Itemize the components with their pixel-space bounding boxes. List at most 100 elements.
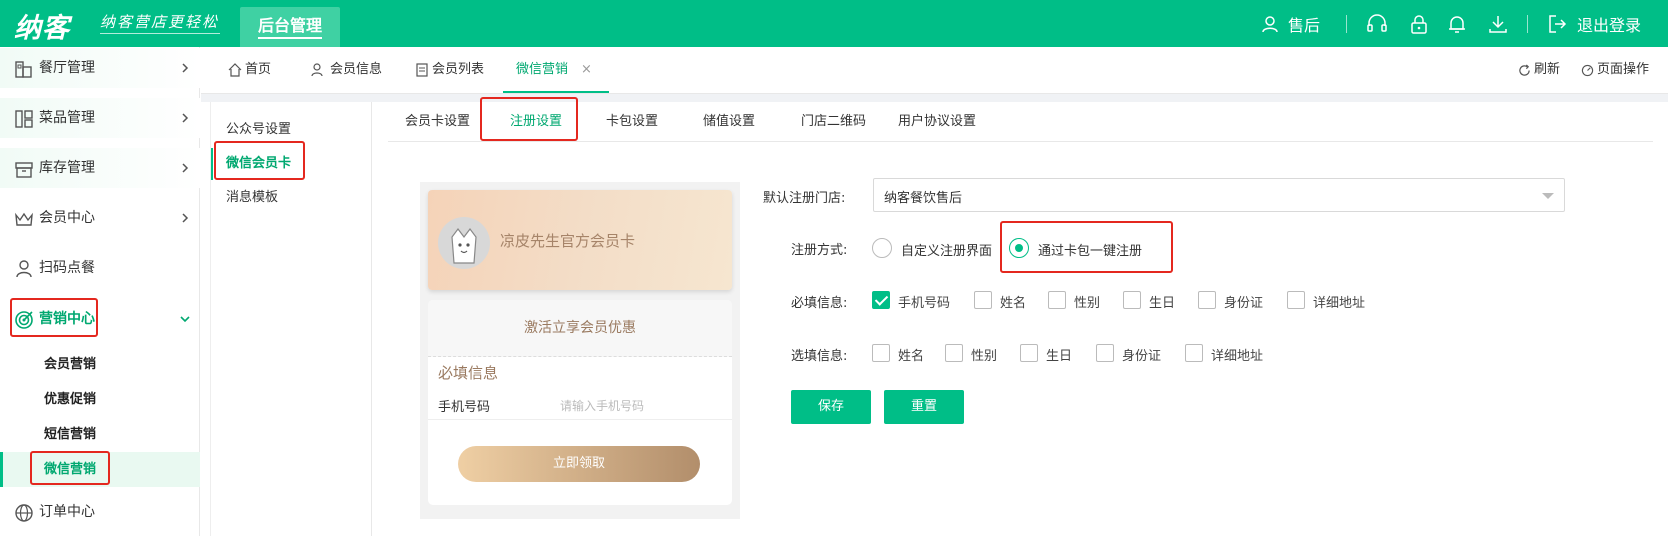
logout-icon <box>1549 14 1567 33</box>
checkbox-label: 姓名 <box>898 349 925 364</box>
top-separator <box>1527 15 1528 33</box>
sidebar-item-inventory[interactable]: 库存管理 <box>0 148 200 188</box>
admin-tab-label: 后台管理 <box>257 16 322 39</box>
user-icon <box>1262 15 1278 32</box>
tab-bar: 首页 会员信息 会员列表 微信营销 × 刷新 页面操作 <box>201 47 1668 94</box>
inventory-icon <box>15 162 33 178</box>
sidebar-item-members[interactable]: 会员中心 <box>0 198 200 238</box>
notification-button[interactable] <box>1448 0 1466 47</box>
checkbox-required-address[interactable] <box>1287 291 1305 309</box>
sidebar-item-dishes[interactable]: 菜品管理 <box>0 98 200 138</box>
inner-nav-message-template[interactable]: 消息模板 <box>211 182 373 214</box>
required-info-label: 必填信息: <box>791 296 848 311</box>
optional-info-label: 选填信息: <box>791 349 848 364</box>
top-bar: 纳客 纳客营店更轻松 后台管理 售后 退出登录 <box>0 0 1668 47</box>
card-logo-avatar <box>438 217 490 269</box>
tab-member-list[interactable]: 会员列表 <box>415 47 484 93</box>
chevron-right-icon <box>182 163 189 173</box>
sidebar-item-orders[interactable]: 订单中心 <box>0 492 200 532</box>
claim-button: 立即领取 <box>458 446 700 482</box>
inner-nav-official-account[interactable]: 公众号设置 <box>211 114 373 146</box>
checkbox-required-name[interactable] <box>974 291 992 309</box>
activation-heading: 激活立享会员优惠 <box>428 300 732 357</box>
sidebar-subitem-sms-marketing[interactable]: 短信营销 <box>0 417 200 452</box>
radio-label: 通过卡包一键注册 <box>1038 244 1143 259</box>
phone-placeholder: 请输入手机号码 <box>560 399 645 413</box>
checkbox-label: 身份证 <box>1224 296 1264 311</box>
default-store-label: 默认注册门店: <box>763 191 846 206</box>
member-card-preview: 凉皮先生官方会员卡 <box>428 190 732 290</box>
gauge-icon <box>1581 64 1594 76</box>
subtab-registration-settings[interactable]: 注册设置 <box>510 102 562 142</box>
sidebar-item-label: 扫码点餐 <box>39 260 95 276</box>
logout-button[interactable]: 退出登录 <box>1547 0 1641 47</box>
lock-icon <box>1411 14 1427 34</box>
user-menu[interactable]: 售后 <box>1260 0 1320 47</box>
card-title: 凉皮先生官方会员卡 <box>500 232 636 250</box>
sidebar-item-label: 库存管理 <box>39 160 95 176</box>
sidebar-subitem-label: 优惠促销 <box>44 392 97 407</box>
checkbox-optional-birthday[interactable] <box>1020 344 1038 362</box>
subtab-stored-value-settings[interactable]: 储值设置 <box>703 102 755 142</box>
headset-button[interactable] <box>1366 0 1388 47</box>
checkbox-optional-name[interactable] <box>872 344 890 362</box>
close-icon[interactable]: × <box>581 47 592 93</box>
refresh-label: 刷新 <box>1534 62 1561 77</box>
user-name: 售后 <box>1288 15 1321 35</box>
download-icon <box>1489 15 1507 33</box>
checkbox-label: 性别 <box>971 349 998 364</box>
admin-tab[interactable]: 后台管理 <box>240 7 340 47</box>
checkbox-required-birthday[interactable] <box>1123 291 1141 309</box>
tab-wechat-marketing[interactable]: 微信营销 × <box>516 47 592 93</box>
slogan-underline <box>100 33 220 34</box>
radio-cardpack-registration[interactable] <box>1009 238 1029 258</box>
person-icon <box>16 260 32 278</box>
sidebar-item-restaurant[interactable]: 餐厅管理 <box>0 48 200 88</box>
checkbox-optional-address[interactable] <box>1185 344 1203 362</box>
checkbox-required-phone[interactable] <box>872 291 890 309</box>
checkbox-label: 身份证 <box>1122 349 1162 364</box>
checkbox-label: 生日 <box>1149 296 1176 311</box>
tab-member-info[interactable]: 会员信息 <box>311 47 382 93</box>
subtab-cardpack-settings[interactable]: 卡包设置 <box>606 102 658 142</box>
sidebar-subitem-wechat-marketing[interactable]: 微信营销 <box>0 452 200 487</box>
tab-home[interactable]: 首页 <box>228 47 271 93</box>
subtab-card-settings[interactable]: 会员卡设置 <box>405 102 470 142</box>
page-ops-button[interactable]: 页面操作 <box>1581 47 1649 93</box>
refresh-icon <box>1519 64 1530 76</box>
checkbox-required-gender[interactable] <box>1048 291 1066 309</box>
checkbox-optional-gender[interactable] <box>945 344 963 362</box>
reset-button[interactable]: 重置 <box>884 390 964 424</box>
sidebar-item-marketing[interactable]: 营销中心 <box>0 299 200 339</box>
inner-nav-member-card[interactable]: 微信会员卡 <box>211 148 373 180</box>
sidebar-subitem-label: 短信营销 <box>44 427 97 442</box>
target-icon <box>15 311 33 329</box>
crown-icon <box>15 212 33 226</box>
refresh-button[interactable]: 刷新 <box>1518 47 1560 93</box>
checkbox-required-idcard[interactable] <box>1198 291 1216 309</box>
subtab-user-agreement[interactable]: 用户协议设置 <box>898 102 976 142</box>
phone-row: 手机号码 请输入手机号码 <box>428 388 732 420</box>
bell-icon <box>1449 15 1465 33</box>
tab-label: 会员信息 <box>330 62 383 77</box>
sidebar-subitem-member-marketing[interactable]: 会员营销 <box>0 347 200 382</box>
radio-custom-registration[interactable] <box>872 238 892 258</box>
caret-down-icon <box>1542 193 1554 199</box>
page-ops-label: 页面操作 <box>1597 62 1650 77</box>
wechat-sub-nav: 公众号设置 微信会员卡 消息模板 <box>210 102 372 536</box>
sidebar-item-scan-order[interactable]: 扫码点餐 <box>0 248 200 288</box>
default-store-select[interactable]: 纳客餐饮售后 <box>873 178 1565 212</box>
sidebar-item-label: 菜品管理 <box>39 110 95 126</box>
top-separator <box>1346 15 1347 33</box>
checkbox-optional-idcard[interactable] <box>1096 344 1114 362</box>
subtab-store-qrcode[interactable]: 门店二维码 <box>801 102 866 142</box>
reg-method-label: 注册方式: <box>791 243 848 258</box>
lock-button[interactable] <box>1410 0 1428 47</box>
download-button[interactable] <box>1488 0 1508 47</box>
content-gap <box>201 94 1668 102</box>
app-logo[interactable]: 纳客 <box>14 6 70 45</box>
sidebar-subitem-promotions[interactable]: 优惠促销 <box>0 382 200 417</box>
checkbox-label: 性别 <box>1074 296 1101 311</box>
save-button[interactable]: 保存 <box>791 390 871 424</box>
sidebar-item-label: 营销中心 <box>39 311 95 327</box>
